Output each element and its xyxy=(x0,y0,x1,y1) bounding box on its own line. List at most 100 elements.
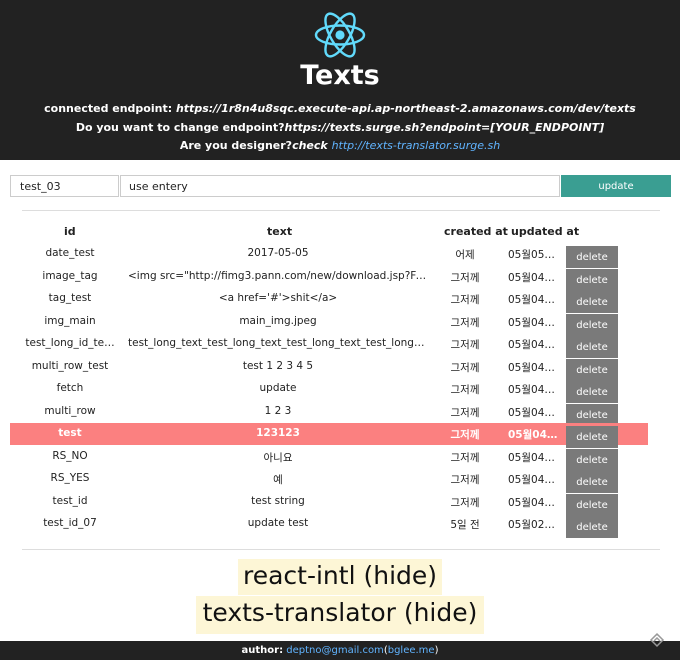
cell-updated: 05월04… xyxy=(508,474,555,486)
cell-updated: 05월04… xyxy=(508,407,555,419)
cell-updated: 05월04… xyxy=(508,362,555,374)
delete-button[interactable]: delete xyxy=(566,336,618,358)
cell-updated: 05월05… xyxy=(508,249,555,261)
table-row[interactable]: multi_row 1 2 3 그저께 05월04… delete xyxy=(10,401,648,426)
cell-id: test_id xyxy=(52,495,88,507)
endpoint-value: https://1r8n4u8sqc.execute-api.ap-northe… xyxy=(175,102,636,115)
cell-id: test_long_id_te… xyxy=(25,337,115,349)
cell-text: update xyxy=(259,382,297,394)
cell-created: 그저께 xyxy=(450,452,480,464)
cell-text: test string xyxy=(251,495,305,507)
cell-created: 그저께 xyxy=(450,272,480,284)
page-title: Texts xyxy=(300,60,380,91)
cell-created: 그저께 xyxy=(450,497,480,509)
designer-link[interactable]: http://texts-translator.surge.sh xyxy=(332,139,501,152)
id-input[interactable] xyxy=(10,175,119,197)
table-row[interactable]: RS_YES 예 그저께 05월04… delete xyxy=(10,468,648,493)
author-label: author: xyxy=(241,645,284,656)
delete-button[interactable]: delete xyxy=(566,381,618,403)
change-endpoint-label: Do you want to change endpoint? xyxy=(75,121,285,134)
table-row[interactable]: test_long_id_te… test_long_text_test_long… xyxy=(10,333,648,358)
change-endpoint-info: Do you want to change endpoint?https://t… xyxy=(0,121,680,134)
scroll-top-icon[interactable] xyxy=(649,632,665,648)
table-row[interactable]: tag_test <a href='#'>shit</a> 그저께 05월04… del… xyxy=(10,288,648,313)
table-row[interactable]: img_main main_img.jpeg 그저께 05월04… delete xyxy=(10,311,648,336)
cell-text: 1 2 3 xyxy=(264,405,292,417)
react-logo-icon xyxy=(314,12,366,58)
cell-id: image_tag xyxy=(42,270,98,282)
table-row[interactable]: multi_row_test test 1 2 3 4 5 그저께 05월04… del… xyxy=(10,356,648,381)
react-intl-toggle[interactable]: react-intl (hide) xyxy=(238,559,442,595)
column-header-text: text xyxy=(267,225,293,238)
cell-text: <a href='#'>shit</a> xyxy=(218,292,338,304)
table-row[interactable]: image_tag <img src="http://fimg3.pann.com… xyxy=(10,266,648,291)
cell-id: img_main xyxy=(44,315,96,327)
endpoint-label: connected endpoint: xyxy=(44,102,173,115)
cell-text: test_long_text_test_long_text_test_long_… xyxy=(128,337,428,349)
cell-text: update test xyxy=(247,517,309,529)
texts-translator-toggle[interactable]: texts-translator (hide) xyxy=(196,596,484,634)
cell-text: 예 xyxy=(273,474,283,486)
table-row[interactable]: date_test 2017-05-05 어제 05월05… delete xyxy=(10,243,648,268)
designer-label: Are you designer? xyxy=(179,139,293,152)
cell-text: 123123 xyxy=(256,427,300,439)
column-header-id: id xyxy=(64,225,76,238)
cell-updated: 05월04… xyxy=(508,497,555,509)
table-row[interactable]: RS_NO 아니요 그저께 05월04… delete xyxy=(10,446,648,471)
cell-text: main_img.jpeg xyxy=(239,315,317,327)
endpoint-info: connected endpoint: https://1r8n4u8sqc.e… xyxy=(0,102,680,115)
designer-check-text: check xyxy=(292,139,328,152)
cell-updated: 05월04… xyxy=(508,339,555,351)
delete-button[interactable]: delete xyxy=(566,471,618,493)
cell-updated: 05월04… xyxy=(508,317,555,329)
author-email-link[interactable]: deptno@gmail.com xyxy=(286,645,384,656)
cell-created: 그저께 xyxy=(450,362,480,374)
cell-updated: 05월04… xyxy=(508,429,558,441)
cell-id: test xyxy=(58,427,82,439)
cell-text: 아니요 xyxy=(263,452,293,464)
close-paren: ) xyxy=(434,645,439,656)
cell-id: tag_test xyxy=(48,292,92,304)
cell-created: 그저께 xyxy=(450,294,480,306)
cell-created: 그저께 xyxy=(450,317,480,329)
cell-created: 그저께 xyxy=(450,384,480,396)
designer-info: Are you designer?check http://texts-tran… xyxy=(0,139,680,152)
cell-id: RS_YES xyxy=(50,472,90,484)
cell-created: 5일 전 xyxy=(450,519,480,531)
update-button[interactable]: update xyxy=(561,175,671,197)
column-header-updated: updated at xyxy=(511,225,580,238)
cell-created: 그저께 xyxy=(450,339,480,351)
cell-id: date_test xyxy=(45,247,95,259)
change-endpoint-value: https://texts.surge.sh?endpoint=[YOUR_EN… xyxy=(284,121,605,134)
text-input[interactable] xyxy=(120,175,560,197)
cell-updated: 05월04… xyxy=(508,294,555,306)
cell-id: fetch xyxy=(56,382,84,394)
author-site-link[interactable]: bglee.me xyxy=(388,645,435,656)
cell-text: 2017-05-05 xyxy=(247,247,309,259)
cell-created: 어제 xyxy=(455,249,475,261)
table-row[interactable]: fetch update 그저께 05월04… delete xyxy=(10,378,648,403)
cell-updated: 05월04… xyxy=(508,272,555,284)
delete-button[interactable]: delete xyxy=(566,291,618,313)
cell-updated: 05월04… xyxy=(508,384,555,396)
cell-id: test_id_07 xyxy=(43,517,97,529)
delete-button[interactable]: delete xyxy=(566,516,618,538)
table-row[interactable]: test_id test string 그저께 05월04… delete xyxy=(10,491,648,516)
table-row[interactable]: test 123123 그저께 05월04… delete xyxy=(10,423,648,448)
column-header-created: created at xyxy=(444,225,508,238)
delete-button[interactable]: delete xyxy=(566,246,618,268)
cell-id: multi_row xyxy=(44,405,96,417)
footer: author: deptno@gmail.com(bglee.me) xyxy=(0,641,680,660)
divider xyxy=(22,210,660,211)
cell-updated: 05월02… xyxy=(508,519,555,531)
table-row[interactable]: test_id_07 update test 5일 전 05월02… delete xyxy=(10,513,648,538)
cell-created: 그저께 xyxy=(450,474,480,486)
delete-button[interactable]: delete xyxy=(566,426,618,448)
cell-created: 그저께 xyxy=(450,429,480,441)
cell-created: 그저께 xyxy=(450,407,480,419)
header: Texts connected endpoint: https://1r8n4u… xyxy=(0,0,680,160)
cell-id: RS_NO xyxy=(52,450,88,462)
cell-id: multi_row_test xyxy=(31,360,109,372)
cell-text: test 1 2 3 4 5 xyxy=(242,360,314,372)
cell-updated: 05월04… xyxy=(508,452,555,464)
